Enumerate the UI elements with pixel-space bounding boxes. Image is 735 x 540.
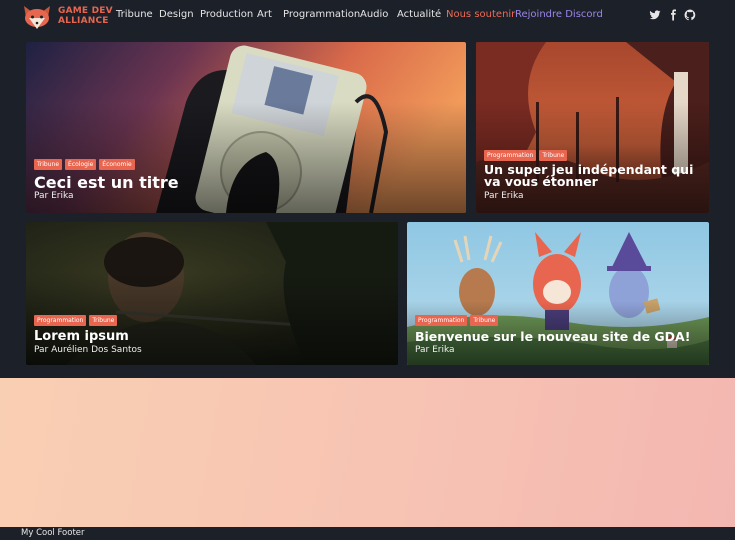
footer: My Cool Footer bbox=[0, 527, 735, 540]
content-band bbox=[0, 378, 735, 527]
footer-text: My Cool Footer bbox=[21, 528, 85, 538]
article-card[interactable]: Programmation Tribune Un super jeu indép… bbox=[476, 42, 709, 213]
article-author: Par Erika bbox=[484, 191, 524, 201]
article-title[interactable]: Bienvenue sur le nouveau site de GDA! bbox=[415, 329, 690, 344]
twitter-icon[interactable] bbox=[649, 9, 661, 21]
brand-line-1: GAME DEV bbox=[58, 6, 113, 16]
nav-item-tribune[interactable]: Tribune bbox=[116, 9, 153, 20]
tag[interactable]: Tribune bbox=[470, 315, 499, 326]
tag-list: Programmation Tribune bbox=[415, 315, 499, 326]
brand-name[interactable]: GAME DEV ALLIANCE bbox=[58, 6, 113, 26]
article-card[interactable]: Programmation Tribune Bienvenue sur le n… bbox=[407, 222, 709, 365]
tag[interactable]: Programmation bbox=[34, 315, 87, 326]
nav-item-production[interactable]: Production bbox=[200, 9, 253, 20]
tag[interactable]: Économie bbox=[99, 159, 135, 170]
nav-item-programmation[interactable]: Programmation bbox=[283, 9, 360, 20]
article-card[interactable]: Programmation Tribune Lorem ipsum Par Au… bbox=[26, 222, 398, 365]
fox-logo-icon[interactable] bbox=[20, 3, 54, 30]
article-author: Par Erika bbox=[415, 345, 455, 355]
tag[interactable]: Programmation bbox=[415, 315, 468, 326]
article-card[interactable]: Tribune Écologie Économie Ceci est un ti… bbox=[26, 42, 466, 213]
tag[interactable]: Écologie bbox=[65, 159, 97, 170]
tag-list: Tribune Écologie Économie bbox=[34, 159, 135, 170]
nav-item-audio[interactable]: Audio bbox=[360, 9, 388, 20]
github-icon[interactable] bbox=[684, 9, 696, 21]
nav-discord-link[interactable]: Rejoindre Discord bbox=[515, 9, 603, 20]
tag[interactable]: Tribune bbox=[34, 159, 63, 170]
nav-support-link[interactable]: Nous soutenir bbox=[446, 9, 515, 20]
tag[interactable]: Tribune bbox=[89, 315, 118, 326]
article-author: Par Erika bbox=[34, 191, 74, 201]
featured-articles: Tribune Écologie Économie Ceci est un ti… bbox=[0, 32, 735, 378]
top-navbar: GAME DEV ALLIANCE Tribune Design Product… bbox=[0, 0, 735, 32]
tag-list: Programmation Tribune bbox=[34, 315, 118, 326]
nav-item-design[interactable]: Design bbox=[159, 9, 194, 20]
tag[interactable]: Tribune bbox=[539, 150, 568, 161]
article-title[interactable]: Un super jeu indépendant qui va vous éto… bbox=[484, 163, 704, 188]
tag-list: Programmation Tribune bbox=[484, 150, 568, 161]
article-title[interactable]: Lorem ipsum bbox=[34, 329, 129, 344]
nav-item-art[interactable]: Art bbox=[257, 9, 272, 20]
article-author: Par Aurélien Dos Santos bbox=[34, 345, 142, 355]
nav-item-actualite[interactable]: Actualité bbox=[397, 9, 441, 20]
brand-line-2: ALLIANCE bbox=[58, 16, 109, 26]
facebook-icon[interactable] bbox=[667, 9, 679, 21]
article-title[interactable]: Ceci est un titre bbox=[34, 173, 179, 192]
tag[interactable]: Programmation bbox=[484, 150, 537, 161]
